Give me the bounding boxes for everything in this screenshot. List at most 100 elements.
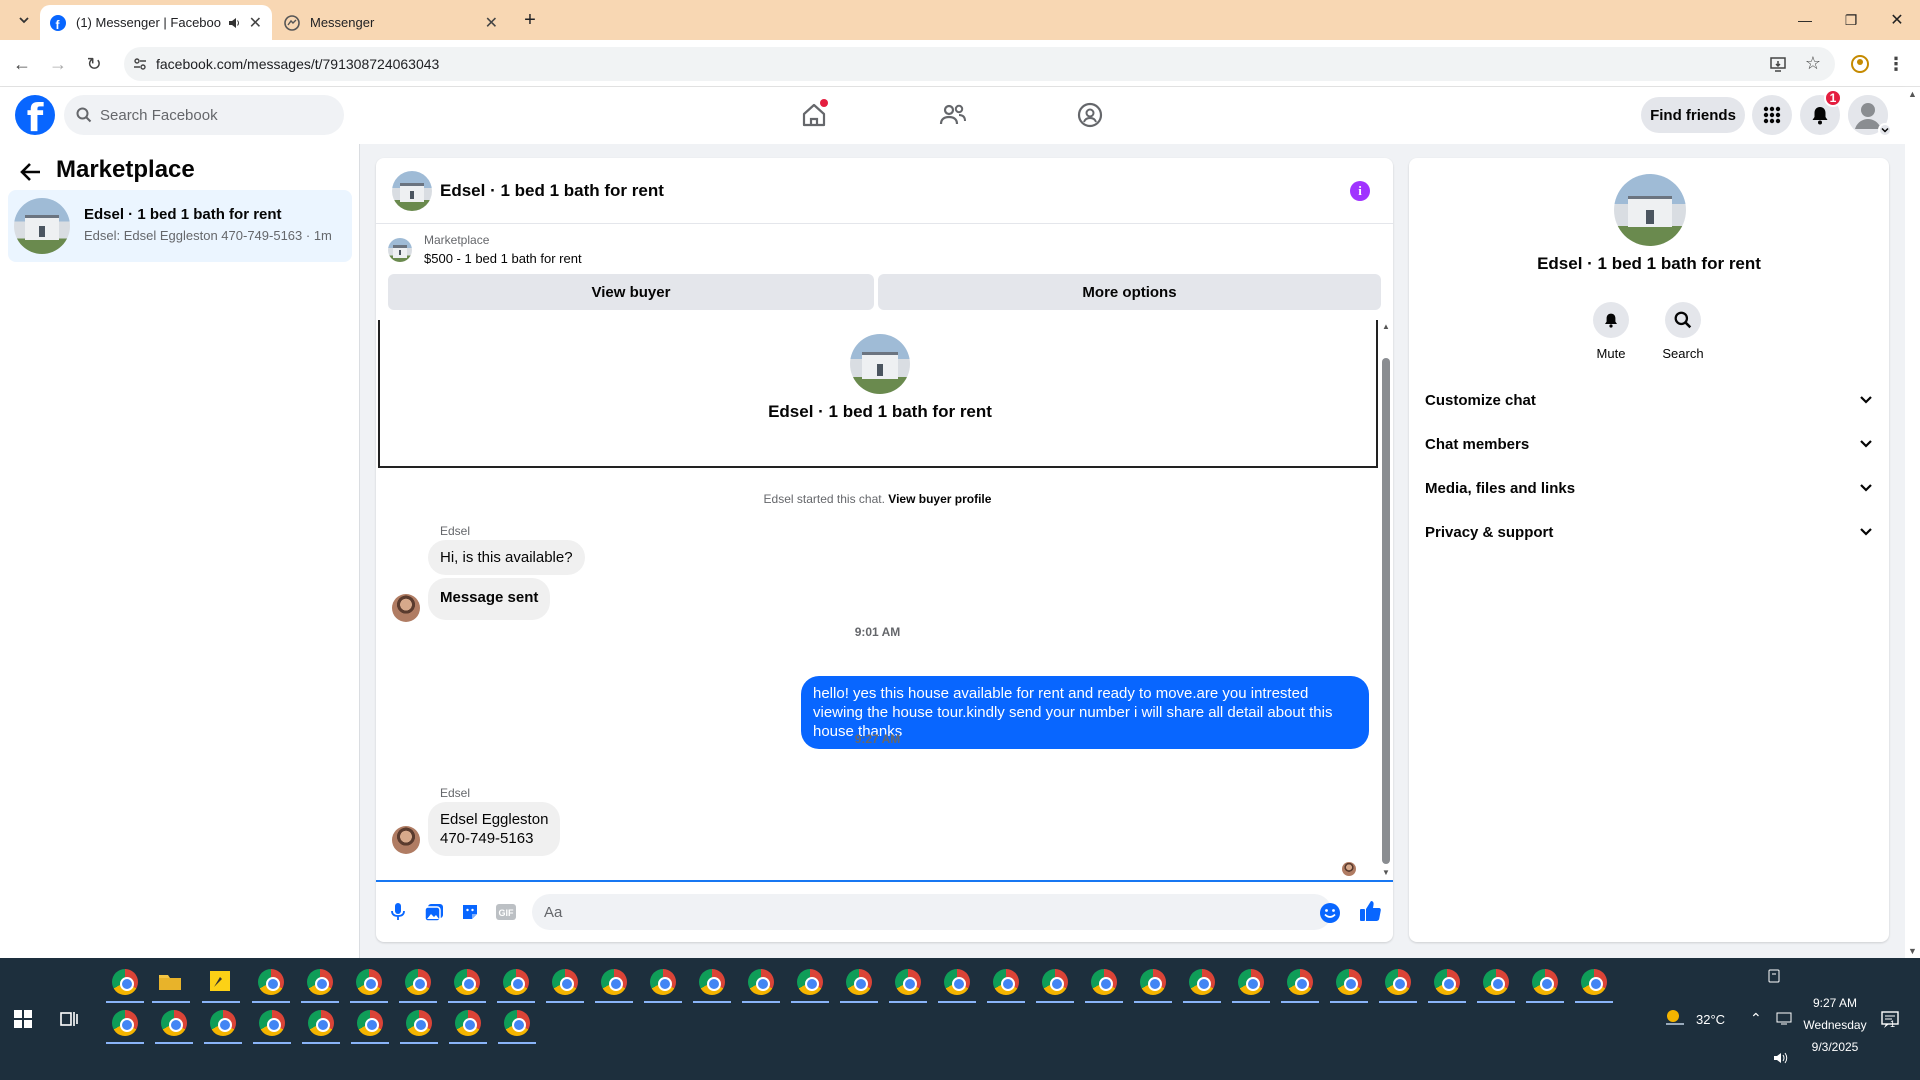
tray-device-icon[interactable] [1766,968,1782,984]
back-button[interactable]: ← [10,52,34,76]
groups-nav-icon[interactable] [1074,99,1106,131]
chat-title[interactable]: Edsel · 1 bed 1 bath for rent [440,181,664,201]
photo-attach-icon[interactable] [422,900,446,924]
more-options-button[interactable]: More options [878,274,1381,310]
clock-time[interactable]: 9:27 AM [1790,996,1880,1010]
like-thumbs-up-icon[interactable] [1358,899,1382,923]
taskbar-chrome-app[interactable] [305,967,335,997]
menu-kebab-icon[interactable]: ⋮ [1884,52,1908,76]
taskbar-chrome-app[interactable] [1089,967,1119,997]
conversation-item[interactable]: Edsel · 1 bed 1 bath for rent Edsel: Eds… [8,190,352,262]
incoming-message[interactable]: Hi, is this available? [428,540,585,575]
taskbar-chrome-app[interactable] [110,967,140,997]
taskbar-chrome-app[interactable] [159,1008,189,1038]
profile-icon[interactable] [1848,52,1872,76]
bookmark-star-icon[interactable]: ☆ [1805,53,1821,74]
message-input[interactable]: Aa [532,894,1332,930]
clock-date[interactable]: 9/3/2025 [1790,1040,1880,1054]
listing-avatar[interactable] [1614,174,1686,246]
taskbar-chrome-app[interactable] [1383,967,1413,997]
scrollbar[interactable]: ▲ ▼ [1379,320,1393,880]
address-bar[interactable]: facebook.com/messages/t/791308724063043 … [124,47,1835,81]
back-arrow-icon[interactable] [20,162,42,182]
incoming-message[interactable]: Edsel Eggleston 470-749-5163 [428,802,561,856]
taskbar-chrome-app[interactable] [1138,967,1168,997]
view-buyer-button[interactable]: View buyer [388,274,874,310]
mute-button[interactable]: Mute [1581,302,1641,361]
search-in-chat-button[interactable]: Search [1653,302,1713,361]
taskbar-chrome-app[interactable] [403,967,433,997]
gif-icon[interactable]: GIF [494,900,518,924]
new-tab-button[interactable]: + [516,8,544,32]
account-avatar[interactable] [1848,95,1892,137]
scroll-down-arrow-icon[interactable]: ▼ [1382,868,1390,877]
media-files-links-row[interactable]: Media, files and links [1425,466,1873,510]
taskbar-chrome-app[interactable] [991,967,1021,997]
taskbar-chrome-app[interactable] [1187,967,1217,997]
sender-avatar[interactable] [392,594,420,622]
close-tab-icon[interactable]: ✕ [249,13,262,33]
taskbar-chrome-app[interactable] [404,1008,434,1038]
taskbar-chrome-app[interactable] [257,1008,287,1038]
notifications-bell-icon[interactable]: 1 [1800,89,1842,135]
taskbar-chrome-app[interactable] [354,967,384,997]
sticker-icon[interactable] [458,900,482,924]
forward-button[interactable]: → [46,52,70,76]
volume-icon[interactable] [1772,1050,1790,1066]
customize-chat-row[interactable]: Customize chat [1425,378,1873,422]
speaker-icon[interactable] [227,16,241,30]
taskbar-chrome-app[interactable] [550,967,580,997]
taskbar-chrome-app[interactable] [256,967,286,997]
close-tab-icon[interactable]: ✕ [485,13,498,33]
facebook-logo[interactable]: f [15,95,55,135]
privacy-support-row[interactable]: Privacy & support [1425,510,1873,554]
taskbar-chrome-app[interactable] [306,1008,336,1038]
install-app-icon[interactable] [1769,55,1787,73]
taskbar-chrome-app[interactable] [1579,967,1609,997]
reload-button[interactable]: ↻ [82,52,106,76]
taskbar-chrome-app[interactable] [501,967,531,997]
taskbar-chrome-app[interactable] [648,967,678,997]
microphone-icon[interactable] [386,900,410,924]
message-list[interactable]: Edsel · 1 bed 1 bath for rent Edsel star… [376,320,1393,880]
tab-search-button[interactable] [8,8,40,32]
taskbar-chrome-app[interactable] [1432,967,1462,997]
show-hidden-icons-chevron-icon[interactable]: ⌃ [1750,1010,1762,1027]
restore-button[interactable]: ❐ [1828,0,1874,40]
menu-grid-icon[interactable] [1752,95,1792,135]
incoming-message[interactable]: Message sent [428,578,551,620]
site-settings-icon[interactable] [132,56,148,72]
taskbar-chrome-app[interactable] [208,1008,238,1038]
notification-center-icon[interactable]: 1 [1880,1010,1902,1030]
taskbar-sticky-notes[interactable] [206,967,236,997]
scroll-up-arrow-icon[interactable]: ▲ [1382,322,1390,331]
taskbar-chrome-app[interactable] [1530,967,1560,997]
tab-messenger[interactable]: Messenger ✕ [274,5,508,40]
taskbar-chrome-app[interactable] [1040,967,1070,997]
taskbar-chrome-app[interactable] [502,1008,532,1038]
taskbar-file-explorer[interactable] [156,967,186,997]
taskbar-chrome-app[interactable] [942,967,972,997]
home-nav-icon[interactable] [798,99,830,131]
close-window-button[interactable]: ✕ [1874,0,1920,40]
taskbar-chrome-app[interactable] [746,967,776,997]
scrollbar-thumb[interactable] [1382,358,1390,864]
weather-temp[interactable]: 32°C [1696,1012,1725,1027]
taskbar-chrome-app[interactable] [110,1008,140,1038]
clock-day[interactable]: Wednesday [1790,1018,1880,1032]
taskbar-chrome-app[interactable] [1236,967,1266,997]
windows-start-icon[interactable] [10,1006,40,1036]
find-friends-button[interactable]: Find friends [1641,97,1745,133]
task-view-icon[interactable] [56,1006,86,1036]
taskbar-chrome-app[interactable] [599,967,629,997]
chat-avatar[interactable] [392,171,432,211]
taskbar-chrome-app[interactable] [355,1008,385,1038]
taskbar-chrome-app[interactable] [844,967,874,997]
taskbar-chrome-app[interactable] [453,1008,483,1038]
taskbar-chrome-app[interactable] [1285,967,1315,997]
minimize-button[interactable]: — [1782,0,1828,40]
scroll-down-arrow-icon[interactable]: ▼ [1908,946,1917,956]
chat-members-row[interactable]: Chat members [1425,422,1873,466]
scroll-up-arrow-icon[interactable]: ▲ [1908,89,1917,99]
friends-nav-icon[interactable] [937,99,969,131]
